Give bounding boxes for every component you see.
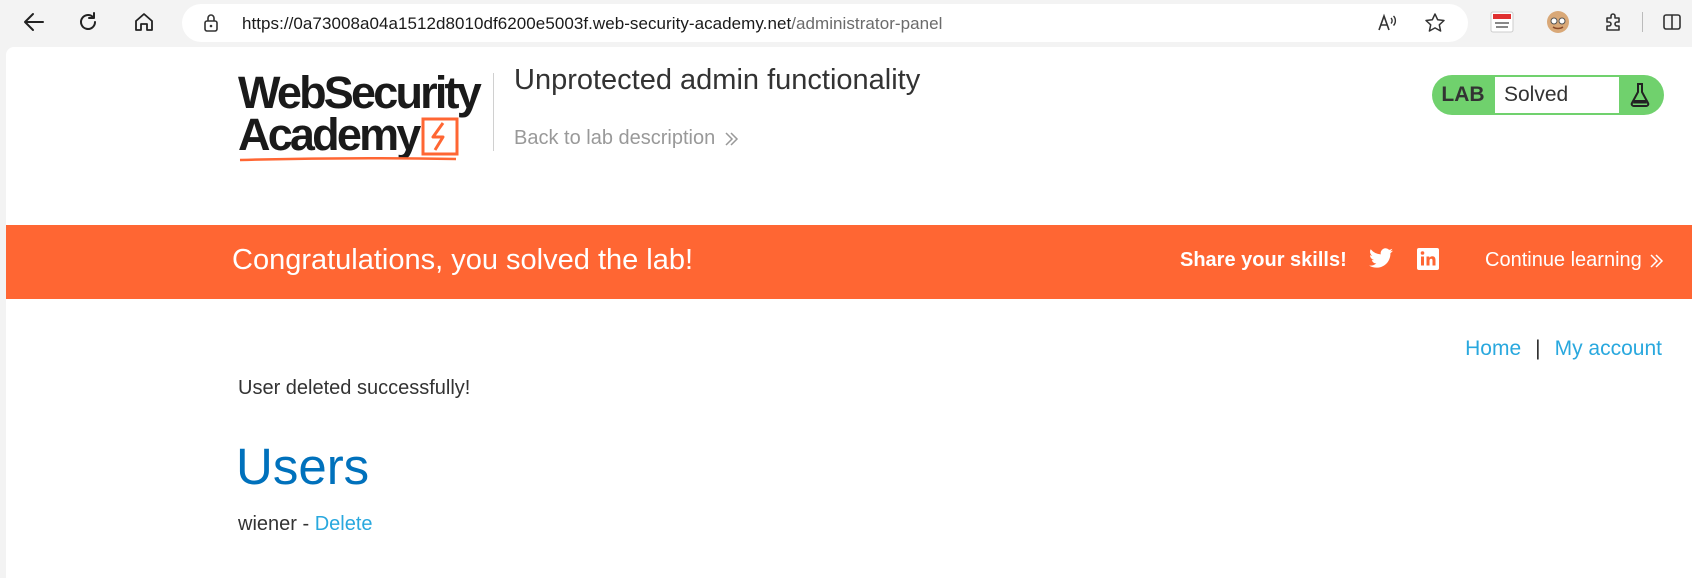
user-dash: - (302, 513, 310, 535)
double-chevron-right-icon (725, 131, 739, 146)
home-link[interactable]: Home (1465, 337, 1521, 361)
back-link-label: Back to lab description (514, 127, 716, 149)
back-arrow-icon[interactable] (18, 6, 50, 38)
web-page: WebSecurity Academy Unprotected admin fu… (6, 47, 1692, 578)
academy-logo-mark-icon (421, 117, 459, 156)
lab-title: Unprotected admin functionality (514, 64, 921, 96)
user-name: wiener (238, 513, 297, 535)
header-divider (493, 73, 494, 151)
share-skills-text: Share your skills! (1180, 249, 1347, 271)
continue-learning-link[interactable]: Continue learning (1485, 249, 1664, 272)
toolbar-divider (1642, 12, 1643, 32)
twitter-icon[interactable] (1368, 247, 1394, 276)
status-message: User deleted successfully! (238, 377, 471, 399)
address-bar[interactable]: https://0a73008a04a1512d8010df6200e5003f… (182, 4, 1468, 42)
user-row: wiener - Delete (238, 513, 373, 536)
flask-icon (1622, 79, 1658, 111)
read-aloud-icon[interactable] (1376, 12, 1398, 39)
url-path: /administrator-panel (791, 14, 943, 33)
lab-status-text: Solved (1495, 77, 1619, 113)
back-to-lab-description-link[interactable]: Back to lab description (514, 127, 739, 150)
browser-toolbar: https://0a73008a04a1512d8010df6200e5003f… (0, 0, 1692, 44)
top-nav: Home | My account (1465, 337, 1662, 361)
web-security-academy-logo[interactable]: WebSecurity Academy (238, 70, 498, 162)
extensions-puzzle-icon[interactable] (1598, 6, 1630, 38)
split-screen-icon[interactable] (1656, 6, 1688, 38)
url-text[interactable]: https://0a73008a04a1512d8010df6200e5003f… (242, 14, 942, 34)
solved-banner: Congratulations, you solved the lab! Sha… (6, 225, 1692, 299)
favorite-star-icon[interactable] (1424, 12, 1446, 39)
lab-status-badge: LAB Solved (1432, 75, 1664, 115)
linkedin-icon[interactable] (1416, 247, 1440, 276)
continue-learning-label: Continue learning (1485, 249, 1642, 271)
double-chevron-right-icon (1650, 253, 1663, 268)
logo-underline-icon (239, 156, 457, 162)
extension-badge-icon[interactable] (1486, 6, 1518, 38)
my-account-link[interactable]: My account (1555, 337, 1662, 361)
refresh-icon[interactable] (72, 6, 104, 38)
users-heading: Users (236, 438, 370, 495)
logo-line2: Academy (238, 109, 421, 160)
nav-separator: | (1535, 337, 1541, 360)
profile-avatar-icon[interactable] (1542, 6, 1574, 38)
delete-user-link[interactable]: Delete (315, 513, 373, 535)
url-host: https://0a73008a04a1512d8010df6200e5003f… (242, 14, 792, 33)
home-icon[interactable] (128, 6, 160, 38)
lab-label: LAB (1441, 83, 1485, 106)
congratulations-text: Congratulations, you solved the lab! (232, 244, 694, 276)
lock-icon[interactable] (202, 13, 220, 38)
